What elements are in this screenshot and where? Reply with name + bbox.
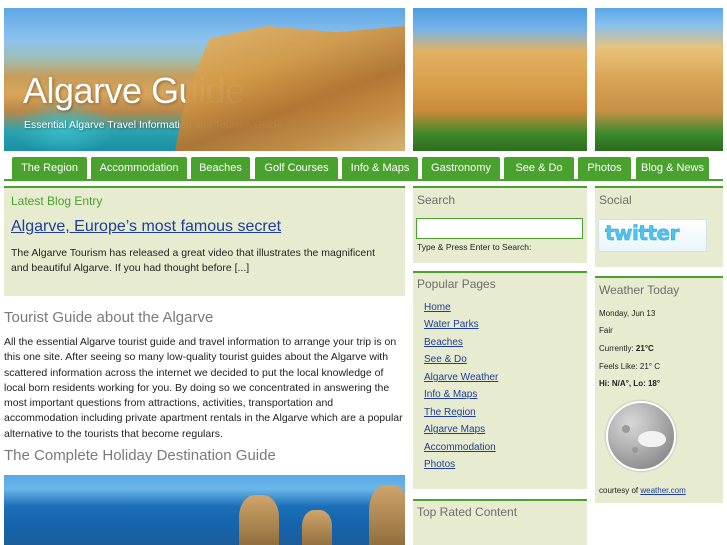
popular-pages-box: Popular Pages Home Water Parks Beaches S… [413,271,587,489]
search-title: Search [417,193,456,207]
nav-item-blog-news[interactable]: Blog & News [636,157,709,179]
search-box: Search Type & Press Enter to Search: [413,186,587,263]
site-title[interactable]: Algarve Guide [23,70,245,112]
weather-condition: Fair [599,326,613,335]
popular-pages-title: Popular Pages [417,277,496,291]
nav-item-accommodation[interactable]: Accommodation [91,157,187,179]
weather-date: Monday, Jun 13 [599,309,656,318]
nav-item-golf-courses[interactable]: Golf Courses [255,157,338,179]
page: Algarve Guide Essential Algarve Travel I… [0,0,727,545]
blog-excerpt: The Algarve Tourism has released a great… [11,247,376,274]
header-photo-cliffs [413,8,587,151]
tourist-guide-heading: Tourist Guide about the Algarve [4,309,214,326]
social-box: Social twitter [595,186,723,267]
popular-link-see-do[interactable]: See & Do [424,354,467,365]
holiday-guide-heading: The Complete Holiday Destination Guide [4,447,276,464]
tourist-guide-paragraph: All the essential Algarve tourist guide … [4,336,403,440]
site-tagline: Essential Algarve Travel Information and… [24,119,283,131]
weather-currently: Currently: 21°C [599,344,654,353]
nav-item-photos[interactable]: Photos [578,157,631,179]
weather-hi-lo: Hi: N/A°, Lo: 18° [599,379,661,388]
popular-link-info-maps[interactable]: Info & Maps [424,389,477,400]
search-input[interactable] [416,218,583,239]
weather-currently-value: 21°C [635,344,654,353]
nav-item-the-region[interactable]: The Region [12,157,87,179]
rock-formation [369,485,405,545]
twitter-logo-text: twitter [605,221,680,246]
rock-formation [239,495,279,545]
top-rated-title: Top Rated Content [417,505,518,519]
popular-link-the-region[interactable]: The Region [424,407,476,418]
moon-crater [622,425,630,433]
nav-underline [4,179,723,181]
nav-item-see-do[interactable]: See & Do [504,157,574,179]
courtesy-label: courtesy of [599,486,639,495]
header-banner-image: Algarve Guide Essential Algarve Travel I… [4,8,405,151]
top-rated-box: Top Rated Content [413,499,587,545]
nav-item-gastronomy[interactable]: Gastronomy [422,157,500,179]
main-navigation: The Region Accommodation Beaches Golf Co… [4,157,723,181]
popular-link-home[interactable]: Home [424,302,451,313]
weather-currently-label: Currently: [599,344,634,353]
popular-link-beaches[interactable]: Beaches [424,337,463,348]
popular-link-algarve-maps[interactable]: Algarve Maps [424,424,485,435]
twitter-button[interactable]: twitter [598,219,707,252]
weather-courtesy: courtesy of weather.com [599,486,686,495]
latest-blog-box: Latest Blog Entry Algarve, Europe’s most… [4,186,405,296]
latest-blog-heading: Latest Blog Entry [11,194,103,208]
nav-item-info-maps[interactable]: Info & Maps [342,157,418,179]
weather-feels-like: Feels Like: 21° C [599,362,661,371]
blog-entry-link[interactable]: Algarve, Europe’s most famous secret [11,218,281,236]
nav-item-beaches[interactable]: Beaches [191,157,250,179]
popular-link-accommodation[interactable]: Accommodation [424,442,496,453]
popular-link-photos[interactable]: Photos [424,459,455,470]
weather-box: Weather Today Monday, Jun 13 Fair Curren… [595,276,723,503]
weather-com-link[interactable]: weather.com [640,486,685,495]
weather-title: Weather Today [599,283,680,297]
popular-link-algarve-weather[interactable]: Algarve Weather [424,372,498,383]
rock-formation [302,510,332,545]
social-title: Social [599,193,632,207]
weather-moon-icon [606,401,676,471]
header-photo-coast [595,8,723,151]
popular-link-water-parks[interactable]: Water Parks [424,319,479,330]
search-hint: Type & Press Enter to Search: [417,242,532,252]
coastline-photo [4,475,405,545]
moon-crater [632,447,638,453]
